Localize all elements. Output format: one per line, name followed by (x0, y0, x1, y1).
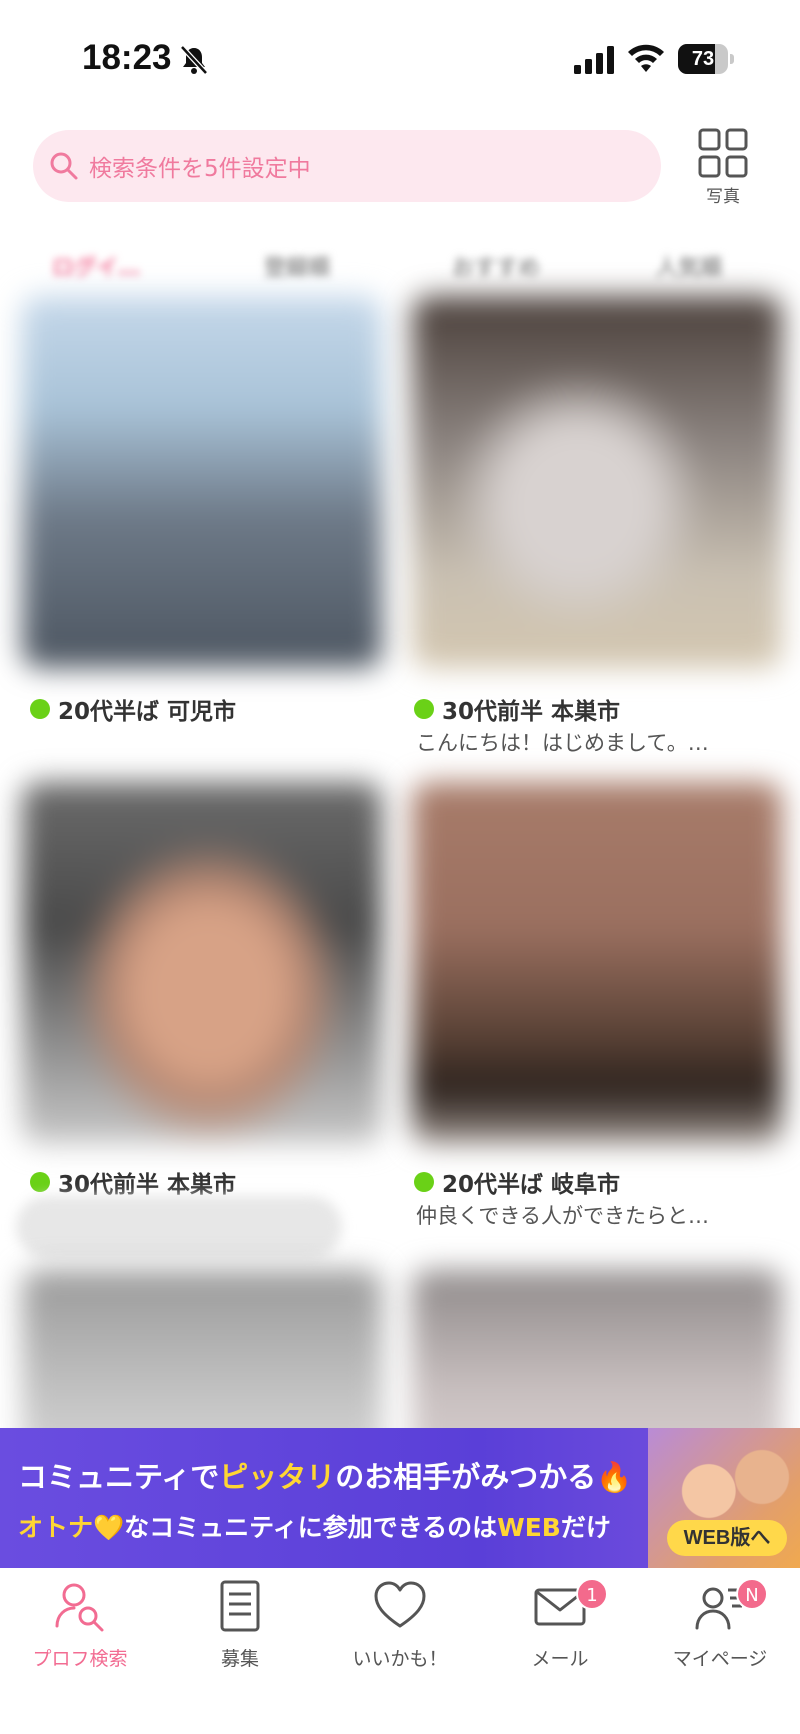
profile-card-header: 30代前半 本巣市 (30, 1165, 236, 1199)
status-bar: 18:23 73 (0, 0, 800, 110)
profile-card-header: 20代半ば 可児市 (30, 692, 236, 726)
banner-subline: オトナ💛なコミュニティに参加できるのはWEBだけ (18, 1513, 611, 1542)
status-time: 18:23 (82, 38, 172, 77)
photo-view-label: 写真 (706, 187, 740, 207)
search-icon (50, 152, 78, 180)
nav-profile-search[interactable]: プロフ検索 (0, 1578, 160, 1671)
nav-label: プロフ検索 (32, 1648, 128, 1670)
profile-title[interactable]: 30代前半 本巣市 (58, 1165, 236, 1199)
nav-label: マイページ (672, 1648, 768, 1670)
sort-tabs: ログイ… 登録順 おすすめ 人気順 (0, 240, 800, 288)
profile-photo[interactable] (412, 296, 782, 668)
tab-registration[interactable]: 登録順 (264, 250, 330, 282)
online-status-dot (30, 699, 50, 719)
blurred-message (16, 1196, 342, 1258)
search-condition-text: 検索条件を5件設定中 (89, 156, 311, 182)
heart-icon (374, 1581, 426, 1628)
nav-recruit[interactable]: 募集 (160, 1578, 320, 1671)
cellular-signal-icon (574, 46, 614, 74)
web-promo-banner[interactable]: コミュニティでピッタリのお相手がみつかる🔥 オトナ💛なコミュニティに参加できるの… (0, 1428, 800, 1568)
web-version-button[interactable]: WEB版へ (667, 1520, 787, 1556)
profile-title[interactable]: 20代半ば 岐阜市 (442, 1165, 620, 1199)
photo-view-toggle[interactable]: 写真 (692, 128, 754, 210)
profile-card-header: 20代半ば 岐阜市 (414, 1165, 620, 1199)
profile-title[interactable]: 30代前半 本巣市 (442, 692, 620, 726)
profile-card-header: 30代前半 本巣市 (414, 692, 620, 726)
wifi-icon (628, 44, 664, 72)
nav-like[interactable]: いいかも！ (320, 1578, 480, 1671)
profile-title[interactable]: 20代半ば 可児市 (58, 692, 236, 726)
profile-photo[interactable] (22, 296, 382, 668)
online-status-dot (30, 1172, 50, 1192)
battery-percent: 73 (691, 48, 715, 70)
tab-login[interactable]: ログイ… (52, 250, 140, 282)
tab-recommended[interactable]: おすすめ (452, 250, 540, 282)
nav-mypage[interactable]: マイページ N (640, 1578, 800, 1671)
banner-headline: コミュニティでピッタリのお相手がみつかる🔥 (18, 1460, 633, 1494)
profile-search-icon (55, 1583, 104, 1632)
profile-message: こんにちは！はじめまして。… (416, 731, 709, 755)
nav-label: 募集 (220, 1648, 259, 1670)
tab-popular[interactable]: 人気順 (656, 250, 722, 282)
online-status-dot (414, 699, 434, 719)
online-status-dot (414, 1172, 434, 1192)
nav-label: メール (531, 1648, 589, 1670)
profile-photo[interactable] (412, 782, 782, 1144)
profile-message: 仲良くできる人ができたらと… (416, 1204, 709, 1228)
document-icon (220, 1580, 260, 1632)
mypage-new-badge: N (736, 1578, 768, 1610)
bottom-nav: プロフ検索 募集 いいかも！ メール 1 マイページ N (0, 1568, 800, 1734)
nav-mail[interactable]: メール 1 (480, 1578, 640, 1671)
mail-unread-badge: 1 (576, 1578, 608, 1610)
grid-icon (698, 128, 748, 178)
battery-indicator: 73 (678, 44, 734, 74)
nav-label: いいかも！ (352, 1648, 448, 1670)
profile-photo[interactable] (22, 782, 382, 1144)
bell-off-icon (180, 45, 208, 75)
search-condition-bar[interactable]: 検索条件を5件設定中 (33, 130, 661, 202)
